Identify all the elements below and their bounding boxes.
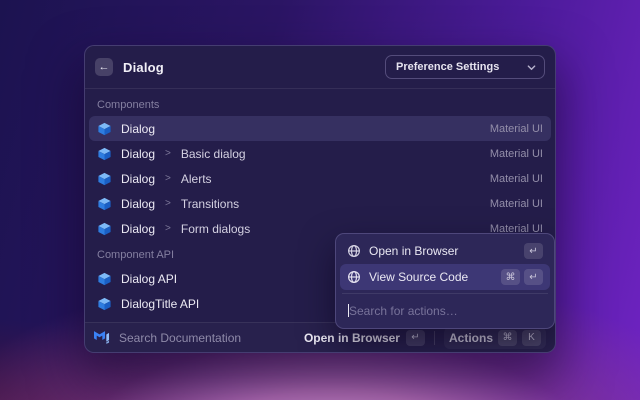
footer-open-in-browser-button[interactable]: Open in Browser ↵ — [304, 330, 425, 346]
item-sublabel: Basic dialog — [181, 147, 246, 161]
component-cube-icon — [97, 272, 113, 286]
breadcrumb-separator: > — [165, 223, 171, 234]
popup-divider — [342, 293, 548, 294]
item-sublabel: Form dialogs — [181, 222, 250, 236]
footer-extension-label: Search Documentation — [119, 331, 241, 345]
item-label: Dialog — [121, 222, 155, 236]
item-accessory: Material UI — [490, 148, 543, 160]
item-label: DialogTitle API — [121, 297, 199, 311]
item-accessory: Material UI — [490, 123, 543, 135]
component-cube-icon — [97, 147, 113, 161]
breadcrumb-separator: > — [165, 148, 171, 159]
mui-logo-icon[interactable] — [94, 331, 111, 344]
globe-icon — [347, 270, 361, 284]
chevron-down-icon — [527, 63, 536, 72]
item-label: Dialog — [121, 172, 155, 186]
back-button[interactable]: ← — [95, 58, 113, 76]
breadcrumb-separator: > — [165, 173, 171, 184]
item-label: Dialog API — [121, 272, 177, 286]
actions-search-input[interactable] — [349, 304, 546, 318]
breadcrumb-separator: > — [165, 198, 171, 209]
item-sublabel: Transitions — [181, 197, 239, 211]
item-sublabel: Alerts — [181, 172, 212, 186]
footer-separator — [434, 331, 435, 345]
key-command: ⌘ — [501, 269, 520, 285]
key-return: ↵ — [524, 269, 543, 285]
component-cube-icon — [97, 297, 113, 311]
window-header: ← Dialog Preference Settings — [85, 46, 555, 88]
preference-settings-dropdown[interactable]: Preference Settings — [385, 55, 545, 79]
list-item-basic-dialog[interactable]: Dialog > Basic dialog Material UI — [89, 141, 551, 166]
dropdown-selected-value: Preference Settings — [396, 61, 499, 73]
footer-open-label: Open in Browser — [304, 331, 400, 345]
popup-item-label: View Source Code — [369, 270, 468, 284]
item-label: Dialog — [121, 122, 155, 136]
list-item-transitions[interactable]: Dialog > Transitions Material UI — [89, 191, 551, 216]
item-label: Dialog — [121, 147, 155, 161]
popup-item-open-in-browser[interactable]: Open in Browser ↵ — [340, 238, 550, 264]
command-palette-window: ← Dialog Preference Settings Components … — [84, 45, 556, 353]
item-accessory: Material UI — [490, 198, 543, 210]
actions-search-row — [340, 297, 550, 324]
key-return: ↵ — [406, 330, 425, 346]
item-accessory: Material UI — [490, 173, 543, 185]
item-label: Dialog — [121, 197, 155, 211]
globe-icon — [347, 244, 361, 258]
footer-actions-button[interactable]: Actions ⌘ K — [444, 327, 546, 349]
list-item-alerts[interactable]: Dialog > Alerts Material UI — [89, 166, 551, 191]
page-title: Dialog — [123, 60, 164, 75]
back-arrow-icon: ← — [99, 62, 110, 73]
section-header-components: Components — [89, 91, 551, 116]
actions-popup: Open in Browser ↵ View Source Code ⌘ ↵ — [335, 233, 555, 329]
component-cube-icon — [97, 172, 113, 186]
component-cube-icon — [97, 197, 113, 211]
key-command: ⌘ — [498, 330, 517, 346]
footer-actions-label: Actions — [449, 331, 493, 345]
key-k: K — [522, 330, 541, 346]
popup-item-label: Open in Browser — [369, 244, 458, 258]
popup-item-view-source-code[interactable]: View Source Code ⌘ ↵ — [340, 264, 550, 290]
component-cube-icon — [97, 222, 113, 236]
component-cube-icon — [97, 122, 113, 136]
list-item-dialog[interactable]: Dialog Material UI — [89, 116, 551, 141]
key-return: ↵ — [524, 243, 543, 259]
